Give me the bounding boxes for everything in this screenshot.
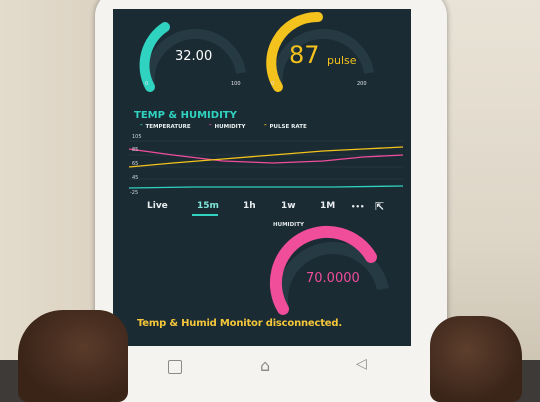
right-thumb [430, 316, 522, 402]
chart-title: TEMP & HUMIDITY [134, 110, 237, 121]
nav-back-button[interactable]: ◁ [356, 356, 367, 372]
y-tick: 65 [132, 161, 139, 167]
expand-icon[interactable]: ⇱ [375, 200, 384, 213]
temperature-line [128, 185, 404, 189]
tab-1w[interactable]: 1w [281, 201, 296, 211]
left-gauge-max: 100 [231, 81, 241, 87]
y-tick: -25 [130, 190, 139, 196]
legend-humidity: ⌃ HUMIDITY [208, 124, 246, 130]
tab-1h[interactable]: 1h [243, 201, 256, 211]
photo-scene: 32.00 0 100 87 pulse 0 200 TEMP & HUMIDI… [0, 0, 540, 402]
right-gauge-min: 0 [271, 81, 275, 87]
right-gauge-max: 200 [357, 81, 367, 87]
y-tick: 45 [132, 175, 139, 181]
legend-pulse-label: PULSE RATE [269, 124, 307, 130]
tab-more[interactable]: ••• [351, 203, 364, 211]
y-tick: 105 [132, 134, 142, 140]
legend-humidity-label: HUMIDITY [214, 124, 246, 130]
humidity-gauge-value: 70.0000 [306, 271, 360, 286]
time-range-tabs: Live 15m 1h 1w 1M ••• ⇱ [113, 200, 411, 219]
active-tab-indicator [192, 214, 218, 216]
left-thumb [18, 310, 128, 402]
nav-home-button[interactable]: ⌂ [260, 356, 270, 375]
left-gauge-min: 0 [145, 81, 149, 87]
legend-pulse-rate: ⌃ PULSE RATE [263, 124, 307, 130]
humidity-gauge-label: HUMIDITY [273, 222, 304, 228]
nav-square-button[interactable] [168, 360, 182, 374]
phone-screen: 32.00 0 100 87 pulse 0 200 TEMP & HUMIDI… [113, 9, 411, 346]
status-message: Temp & Humid Monitor disconnected. [137, 318, 342, 329]
screen-graphics [128, 11, 404, 315]
right-gauge-unit: pulse [327, 54, 357, 67]
legend-temperature-label: TEMPERATURE [145, 124, 191, 130]
y-tick: 85 [132, 147, 139, 153]
tab-1m[interactable]: 1M [320, 201, 335, 211]
right-gauge-value: 87 [289, 41, 320, 69]
tab-15m[interactable]: 15m [197, 201, 219, 211]
legend-temperature: ⌃ TEMPERATURE [139, 124, 191, 130]
left-gauge-value: 32.00 [175, 49, 213, 64]
tab-live[interactable]: Live [147, 201, 168, 211]
